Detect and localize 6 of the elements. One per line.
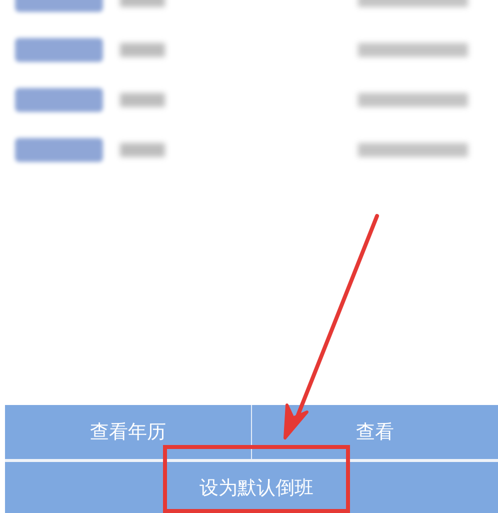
bar-button[interactable]: 查看年历 <box>5 405 251 459</box>
blurred-text <box>120 142 165 156</box>
set-default-button[interactable]: 设为默认倒班 <box>5 462 498 513</box>
blurred-text <box>120 92 165 106</box>
blurred-text <box>120 42 165 56</box>
bar-button[interactable]: 查看 <box>252 405 498 459</box>
